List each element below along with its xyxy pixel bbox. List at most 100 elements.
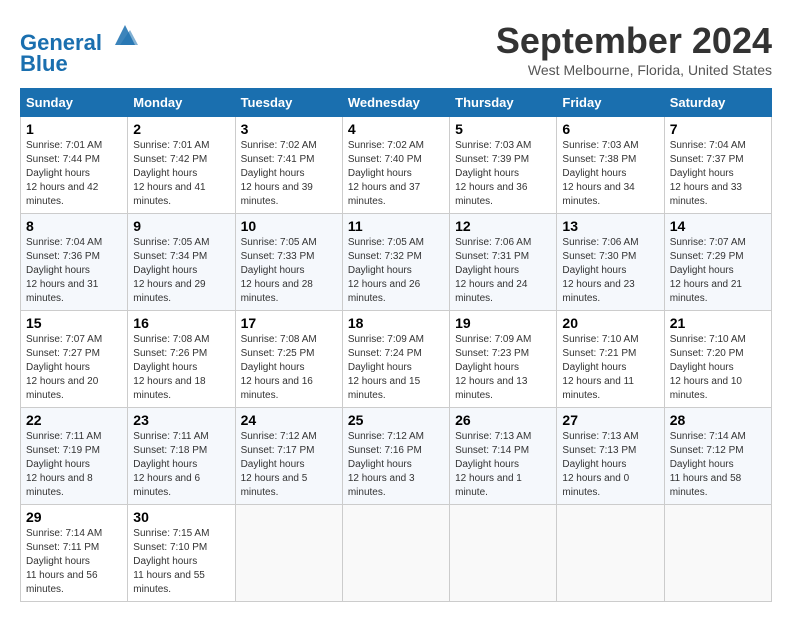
day-number: 27 (562, 412, 658, 428)
day-number: 19 (455, 315, 551, 331)
table-row: 29 Sunrise: 7:14 AMSunset: 7:11 PMDayligh… (21, 505, 128, 602)
table-row: 25 Sunrise: 7:12 AMSunset: 7:16 PMDayligh… (342, 408, 449, 505)
day-number: 11 (348, 218, 444, 234)
day-number: 10 (241, 218, 337, 234)
day-info: Sunrise: 7:13 AMSunset: 7:13 PMDaylight … (562, 430, 658, 500)
day-header-tuesday: Tuesday (235, 89, 342, 117)
table-row (450, 505, 557, 602)
calendar-header: SundayMondayTuesdayWednesdayThursdayFrid… (21, 89, 772, 117)
day-info: Sunrise: 7:01 AMSunset: 7:42 PMDaylight … (133, 139, 229, 209)
table-row: 12 Sunrise: 7:06 AMSunset: 7:31 PMDayligh… (450, 214, 557, 311)
day-number: 14 (670, 218, 766, 234)
table-row: 11 Sunrise: 7:05 AMSunset: 7:32 PMDayligh… (342, 214, 449, 311)
day-info: Sunrise: 7:10 AMSunset: 7:20 PMDaylight … (670, 333, 766, 403)
day-info: Sunrise: 7:14 AMSunset: 7:11 PMDaylight … (26, 527, 122, 597)
day-number: 12 (455, 218, 551, 234)
day-number: 13 (562, 218, 658, 234)
table-row: 28 Sunrise: 7:14 AMSunset: 7:12 PMDayligh… (664, 408, 771, 505)
day-header-monday: Monday (128, 89, 235, 117)
table-row: 10 Sunrise: 7:05 AMSunset: 7:33 PMDayligh… (235, 214, 342, 311)
day-info: Sunrise: 7:01 AMSunset: 7:44 PMDaylight … (26, 139, 122, 209)
table-row: 9 Sunrise: 7:05 AMSunset: 7:34 PMDaylight… (128, 214, 235, 311)
table-row: 17 Sunrise: 7:08 AMSunset: 7:25 PMDayligh… (235, 311, 342, 408)
day-info: Sunrise: 7:03 AMSunset: 7:39 PMDaylight … (455, 139, 551, 209)
table-row: 24 Sunrise: 7:12 AMSunset: 7:17 PMDayligh… (235, 408, 342, 505)
day-number: 16 (133, 315, 229, 331)
table-row: 8 Sunrise: 7:04 AMSunset: 7:36 PMDaylight… (21, 214, 128, 311)
table-row: 20 Sunrise: 7:10 AMSunset: 7:21 PMDayligh… (557, 311, 664, 408)
table-row: 21 Sunrise: 7:10 AMSunset: 7:20 PMDayligh… (664, 311, 771, 408)
day-number: 15 (26, 315, 122, 331)
day-number: 30 (133, 509, 229, 525)
day-info: Sunrise: 7:04 AMSunset: 7:37 PMDaylight … (670, 139, 766, 209)
day-number: 22 (26, 412, 122, 428)
day-number: 17 (241, 315, 337, 331)
day-number: 20 (562, 315, 658, 331)
table-row: 1 Sunrise: 7:01 AMSunset: 7:44 PMDaylight… (21, 117, 128, 214)
table-row: 3Sunrise: 7:02 AMSunset: 7:41 PMDaylight… (235, 117, 342, 214)
table-row: 18 Sunrise: 7:09 AMSunset: 7:24 PMDayligh… (342, 311, 449, 408)
table-row: 26 Sunrise: 7:13 AMSunset: 7:14 PMDayligh… (450, 408, 557, 505)
day-number: 28 (670, 412, 766, 428)
table-row: 2 Sunrise: 7:01 AMSunset: 7:42 PMDaylight… (128, 117, 235, 214)
table-row: 5 Sunrise: 7:03 AMSunset: 7:39 PMDaylight… (450, 117, 557, 214)
table-row: 19 Sunrise: 7:09 AMSunset: 7:23 PMDayligh… (450, 311, 557, 408)
table-row (557, 505, 664, 602)
day-number: 8 (26, 218, 122, 234)
logo-icon (110, 20, 140, 50)
day-info: Sunrise: 7:13 AMSunset: 7:14 PMDaylight … (455, 430, 551, 500)
table-row: 16Sunrise: 7:08 AMSunset: 7:26 PMDayligh… (128, 311, 235, 408)
day-number: 9 (133, 218, 229, 234)
logo: General Blue (20, 20, 140, 77)
day-info: Sunrise: 7:06 AMSunset: 7:31 PMDaylight … (455, 236, 551, 306)
day-info: Sunrise: 7:14 AMSunset: 7:12 PMDaylight … (670, 430, 766, 500)
day-number: 24 (241, 412, 337, 428)
day-info: Sunrise: 7:05 AMSunset: 7:33 PMDaylight … (241, 236, 337, 306)
page-header: General Blue September 2024 West Melbour… (20, 20, 772, 78)
day-info: Sunrise: 7:11 AMSunset: 7:19 PMDaylight … (26, 430, 122, 500)
table-row: 15 Sunrise: 7:07 AMSunset: 7:27 PMDayligh… (21, 311, 128, 408)
day-info: Sunrise: 7:07 AMSunset: 7:27 PMDaylight … (26, 333, 122, 403)
day-number: 21 (670, 315, 766, 331)
day-info: Sunrise: 7:07 AMSunset: 7:29 PMDaylight … (670, 236, 766, 306)
table-row: 6Sunrise: 7:03 AMSunset: 7:38 PMDaylight… (557, 117, 664, 214)
day-number: 7 (670, 121, 766, 137)
day-number: 5 (455, 121, 551, 137)
table-row (235, 505, 342, 602)
day-info: Sunrise: 7:09 AMSunset: 7:23 PMDaylight … (455, 333, 551, 403)
day-info: Sunrise: 7:05 AMSunset: 7:32 PMDaylight … (348, 236, 444, 306)
table-row: 22 Sunrise: 7:11 AMSunset: 7:19 PMDayligh… (21, 408, 128, 505)
month-title: September 2024 (496, 20, 772, 62)
logo-text: General (20, 20, 140, 55)
day-info: Sunrise: 7:02 AMSunset: 7:41 PMDaylight … (241, 139, 337, 209)
calendar-table: SundayMondayTuesdayWednesdayThursdayFrid… (20, 88, 772, 602)
day-number: 4 (348, 121, 444, 137)
table-row: 4 Sunrise: 7:02 AMSunset: 7:40 PMDaylight… (342, 117, 449, 214)
day-header-thursday: Thursday (450, 89, 557, 117)
day-number: 1 (26, 121, 122, 137)
day-number: 18 (348, 315, 444, 331)
table-row (664, 505, 771, 602)
day-number: 29 (26, 509, 122, 525)
day-info: Sunrise: 7:02 AMSunset: 7:40 PMDaylight … (348, 139, 444, 209)
day-info: Sunrise: 7:12 AMSunset: 7:17 PMDaylight … (241, 430, 337, 500)
day-number: 2 (133, 121, 229, 137)
day-number: 6 (562, 121, 658, 137)
table-row: 7 Sunrise: 7:04 AMSunset: 7:37 PMDaylight… (664, 117, 771, 214)
day-header-saturday: Saturday (664, 89, 771, 117)
day-header-sunday: Sunday (21, 89, 128, 117)
day-info: Sunrise: 7:11 AMSunset: 7:18 PMDaylight … (133, 430, 229, 500)
day-info: Sunrise: 7:09 AMSunset: 7:24 PMDaylight … (348, 333, 444, 403)
day-info: Sunrise: 7:05 AMSunset: 7:34 PMDaylight … (133, 236, 229, 306)
day-number: 26 (455, 412, 551, 428)
day-header-wednesday: Wednesday (342, 89, 449, 117)
table-row: 23Sunrise: 7:11 AMSunset: 7:18 PMDayligh… (128, 408, 235, 505)
table-row: 14 Sunrise: 7:07 AMSunset: 7:29 PMDayligh… (664, 214, 771, 311)
title-block: September 2024 West Melbourne, Florida, … (496, 20, 772, 78)
day-number: 25 (348, 412, 444, 428)
day-info: Sunrise: 7:10 AMSunset: 7:21 PMDaylight … (562, 333, 658, 403)
day-info: Sunrise: 7:12 AMSunset: 7:16 PMDaylight … (348, 430, 444, 500)
day-info: Sunrise: 7:08 AMSunset: 7:25 PMDaylight … (241, 333, 337, 403)
day-info: Sunrise: 7:04 AMSunset: 7:36 PMDaylight … (26, 236, 122, 306)
day-info: Sunrise: 7:15 AMSunset: 7:10 PMDaylight … (133, 527, 229, 597)
